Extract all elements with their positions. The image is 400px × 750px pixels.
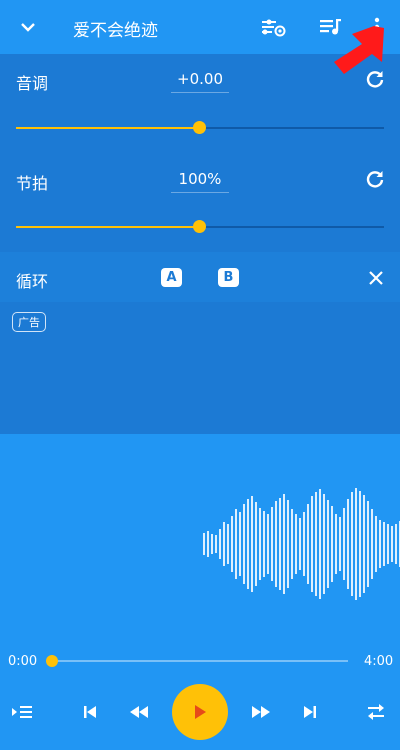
loop-point-a-button[interactable]: A <box>161 268 182 287</box>
pitch-slider-fill <box>16 127 200 129</box>
equalizer-button[interactable] <box>258 12 288 42</box>
waveform-display <box>203 488 400 600</box>
waveform-bar <box>263 511 265 577</box>
waveform-bar <box>343 508 345 580</box>
waveform-bar <box>319 489 321 599</box>
waveform-bar <box>379 520 381 568</box>
waveform-bar <box>323 494 325 594</box>
pitch-value-field[interactable]: +0.00 <box>171 70 229 93</box>
annotation-arrow-icon <box>334 26 384 74</box>
waveform-bar <box>211 534 213 554</box>
waveform-bar <box>279 498 281 590</box>
play-button[interactable] <box>172 684 228 740</box>
skip-next-icon <box>304 706 316 718</box>
fast-forward-button[interactable] <box>247 699 275 725</box>
waveform-bar <box>355 488 357 600</box>
waveform-bar <box>227 524 229 564</box>
waveform-bar <box>243 504 245 584</box>
waveform-bar <box>287 500 289 588</box>
waveform-bar <box>299 518 301 570</box>
fast-forward-icon <box>252 706 270 718</box>
waveform-bar <box>259 508 261 580</box>
waveform-bar <box>283 494 285 594</box>
waveform-bar <box>219 529 221 559</box>
waveform-bar <box>351 492 353 596</box>
next-track-button[interactable] <box>297 699 323 725</box>
waveform-bar <box>391 526 393 562</box>
rewind-button[interactable] <box>125 699 153 725</box>
waveform-bar <box>203 533 205 555</box>
waveform-bar <box>363 495 365 593</box>
waveform-bar <box>335 514 337 574</box>
waveform-bar <box>267 514 269 574</box>
add-to-queue-button[interactable] <box>8 699 36 725</box>
tempo-slider-fill <box>16 226 200 228</box>
loop-label: 循环 <box>16 272 49 291</box>
tempo-reset-button[interactable] <box>363 167 387 191</box>
waveform-bar <box>311 496 313 592</box>
waveform-bar <box>367 501 369 587</box>
waveform-bar <box>303 512 305 576</box>
refresh-icon <box>366 171 384 188</box>
equalizer-settings-icon <box>262 19 286 37</box>
seek-bar-thumb[interactable] <box>46 655 58 667</box>
waveform-bar <box>339 517 341 571</box>
loop-point-b-button[interactable]: B <box>218 268 239 287</box>
collapse-button[interactable] <box>14 13 42 41</box>
adjust-panel <box>0 54 400 434</box>
play-icon <box>195 705 206 719</box>
close-icon <box>369 271 383 285</box>
tempo-value-field[interactable]: 100% <box>171 170 229 193</box>
waveform-bar <box>223 522 225 566</box>
waveform-bar <box>347 499 349 589</box>
current-time: 0:00 <box>8 654 38 669</box>
waveform-bar <box>291 509 293 579</box>
waveform-bar <box>327 500 329 588</box>
waveform-bar <box>375 516 377 572</box>
previous-track-button[interactable] <box>77 699 103 725</box>
loop-clear-button[interactable] <box>364 266 388 290</box>
loop-row-background <box>0 252 400 302</box>
chevron-down-icon <box>21 23 35 32</box>
rewind-icon <box>130 706 148 718</box>
skip-previous-icon <box>84 706 96 718</box>
repeat-icon <box>368 704 384 720</box>
waveform-bar <box>387 524 389 564</box>
waveform-bar <box>331 506 333 582</box>
total-time: 4:00 <box>364 654 394 669</box>
pitch-slider-thumb[interactable] <box>193 121 206 134</box>
waveform-bar <box>235 509 237 579</box>
repeat-mode-button[interactable] <box>362 699 390 725</box>
waveform-bar <box>371 509 373 579</box>
waveform-bar <box>247 499 249 589</box>
song-title: 爱不会绝迹 <box>73 21 158 41</box>
waveform-bar <box>255 502 257 586</box>
pitch-label: 音调 <box>16 74 49 93</box>
seek-bar[interactable] <box>52 660 348 662</box>
waveform-bar <box>207 531 209 557</box>
waveform-bar <box>395 524 397 564</box>
waveform-bar <box>251 496 253 592</box>
waveform-bar <box>275 501 277 587</box>
waveform-bar <box>231 516 233 572</box>
tempo-slider-thumb[interactable] <box>193 220 206 233</box>
tempo-label: 节拍 <box>16 174 49 193</box>
waveform-bar <box>215 535 217 553</box>
ad-badge: 广告 <box>12 312 46 332</box>
waveform-bar <box>239 512 241 576</box>
waveform-bar <box>271 507 273 581</box>
waveform-bar <box>359 491 361 597</box>
waveform-bar <box>383 522 385 566</box>
waveform-bar <box>307 504 309 584</box>
queue-add-icon <box>12 706 32 718</box>
waveform-bar <box>315 492 317 596</box>
waveform-bar <box>295 514 297 574</box>
